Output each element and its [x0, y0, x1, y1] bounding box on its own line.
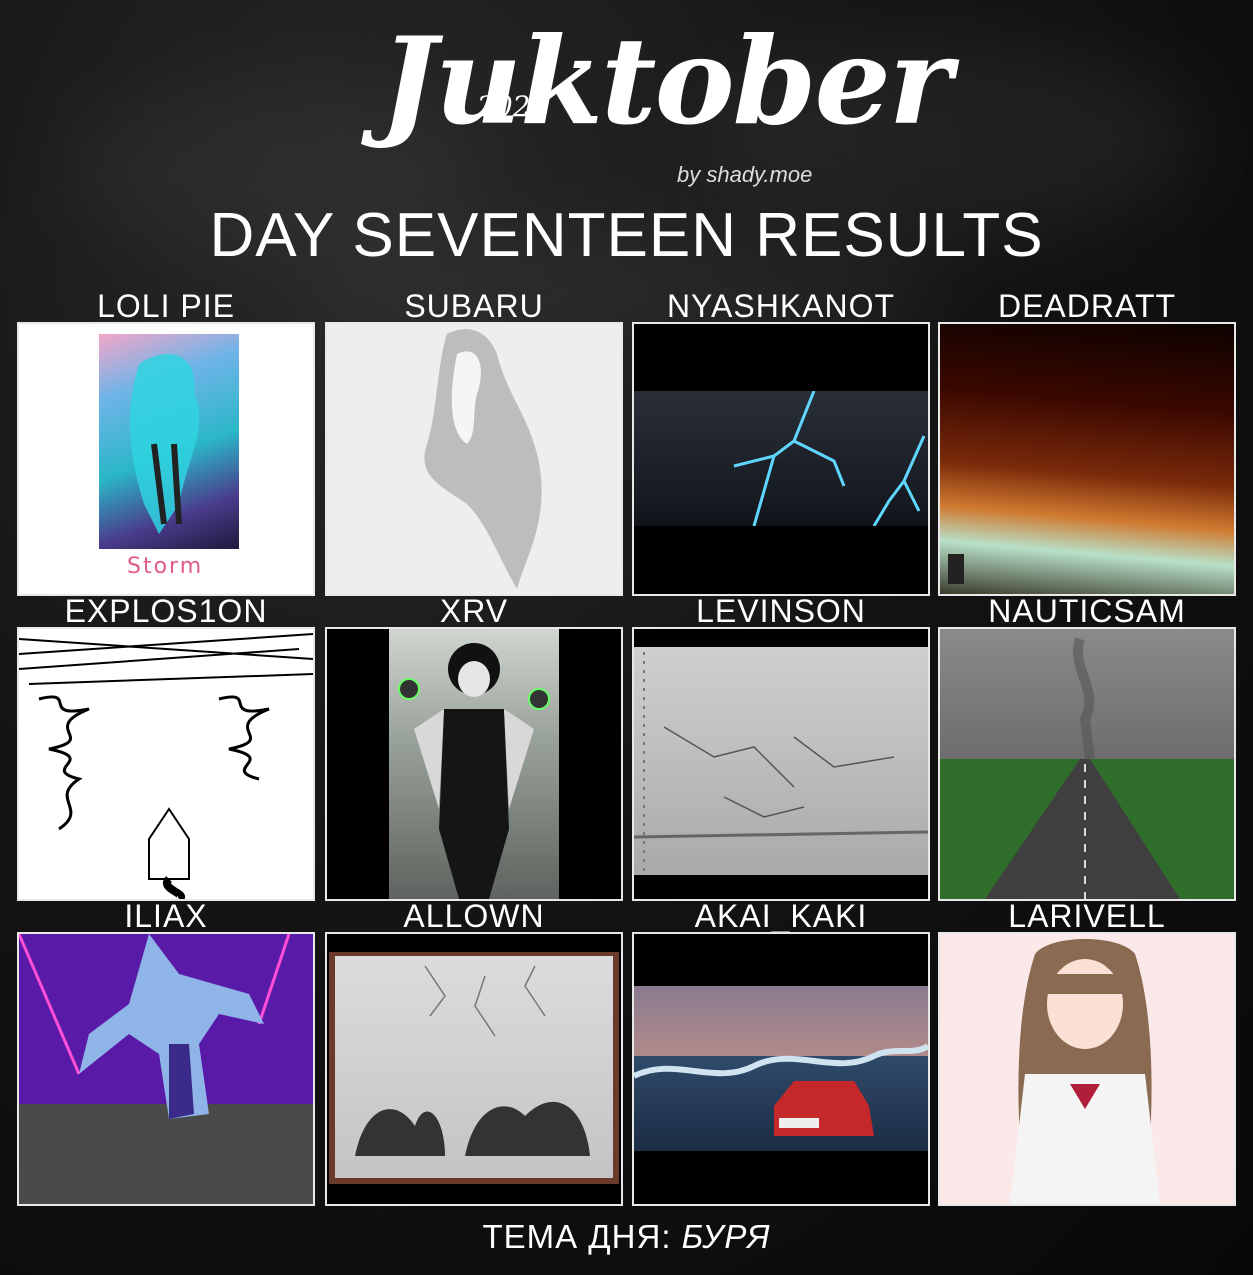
small-figure — [948, 554, 964, 584]
artist-name: NAUTICSAM — [988, 593, 1186, 629]
logo-year: 2020 — [477, 90, 549, 123]
artist-name: LOLI PIE — [97, 288, 235, 324]
artwork-thumbnail[interactable]: Storm — [17, 322, 315, 596]
schoolgirl-figure — [1010, 939, 1160, 1204]
topic-label: ТЕМА ДНЯ: — [482, 1218, 672, 1255]
artist-name: NYASHKANOT — [666, 288, 896, 324]
artwork-thumbnail[interactable] — [632, 932, 930, 1206]
artwork-thumbnail[interactable] — [938, 932, 1236, 1206]
artwork-thumbnail[interactable] — [632, 322, 930, 596]
road — [985, 637, 1180, 899]
artwork-thumbnail[interactable] — [325, 322, 623, 596]
artwork-thumbnail[interactable] — [938, 627, 1236, 901]
figure-silhouette — [129, 354, 200, 534]
scribble-storm — [19, 633, 313, 899]
logo-byline: by shady.moe — [677, 162, 813, 187]
long-hair-figure — [424, 329, 542, 589]
artwork-thumbnail[interactable] — [938, 322, 1236, 596]
juktober-logo: Juktober 2020 by shady.moe — [380, 12, 952, 192]
artist-name: LEVINSON — [696, 593, 866, 629]
artwork-caption: Storm — [127, 554, 204, 579]
artist-name: ALLOWN — [403, 898, 545, 934]
artist-name: AKAI_KAKI — [694, 898, 868, 934]
artist-name: SUBARU — [404, 288, 544, 324]
sketch-lightning — [634, 652, 928, 872]
artist-name: ILIAX — [124, 898, 208, 934]
artwork-thumbnail[interactable] — [632, 627, 930, 901]
page-title: DAY SEVENTEEN RESULTS — [209, 201, 1044, 270]
character-figure — [398, 643, 550, 899]
artwork-thumbnail[interactable] — [17, 932, 315, 1206]
artist-name: EXPLOS1ON — [64, 593, 268, 629]
monster-figure — [19, 934, 291, 1119]
artist-name: DEADRATT — [997, 288, 1177, 324]
daily-topic: ТЕМА ДНЯ: БУРЯ — [0, 1218, 1253, 1256]
artwork-thumbnail[interactable] — [325, 932, 623, 1206]
red-car — [634, 1043, 928, 1136]
lightning-bolts — [733, 391, 926, 526]
logo-title: Juktober — [380, 11, 952, 152]
topic-value: БУРЯ — [681, 1218, 771, 1255]
artwork-thumbnail[interactable] — [17, 627, 315, 901]
artwork-thumbnail[interactable] — [325, 627, 623, 901]
sketch-trees — [355, 965, 590, 1156]
artist-name: XRV — [439, 593, 509, 629]
artist-name: LARIVELL — [1008, 898, 1166, 934]
